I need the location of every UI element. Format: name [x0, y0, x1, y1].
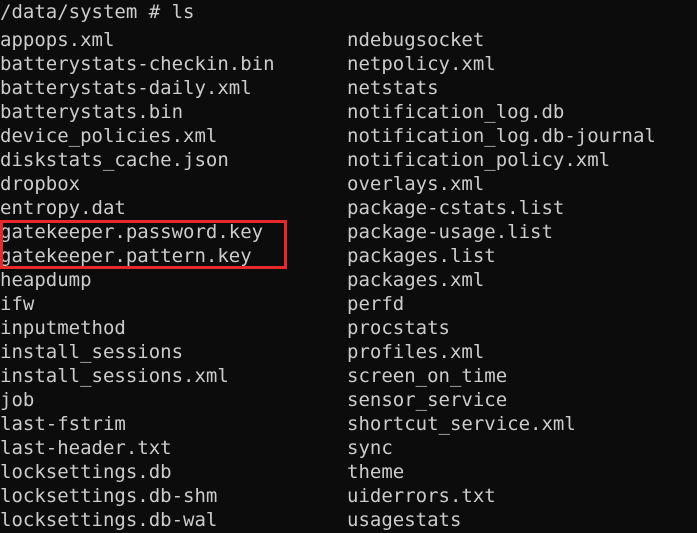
file-entry: locksettings.db-shm	[0, 485, 218, 507]
file-entry: packages.list	[347, 245, 496, 267]
file-entry: dropbox	[0, 173, 81, 195]
file-entry: batterystats-daily.xml	[0, 77, 252, 99]
file-entry: netstats	[347, 77, 439, 99]
file-entry: job	[0, 389, 35, 411]
file-entry: netpolicy.xml	[347, 53, 496, 75]
file-entry: packages.xml	[347, 269, 485, 291]
file-entry: usagestats	[347, 509, 462, 531]
file-entry: batterystats.bin	[0, 101, 184, 123]
command-prompt-line: /data/system # ls	[0, 1, 195, 23]
file-entry: last-fstrim	[0, 413, 126, 435]
terminal-window[interactable]: /data/system # ls appops.xml ndebugsocke…	[0, 0, 697, 533]
file-entry: shortcut_service.xml	[347, 413, 576, 435]
file-entry: package-usage.list	[347, 221, 553, 243]
file-entry: procstats	[347, 317, 450, 339]
file-entry: entropy.dat	[0, 197, 126, 219]
file-entry: ifw	[0, 293, 35, 315]
file-entry: last-header.txt	[0, 437, 172, 459]
file-entry: sync	[347, 437, 393, 459]
file-entry: uiderrors.txt	[347, 485, 496, 507]
file-entry: screen_on_time	[347, 365, 508, 387]
file-entry: notification_policy.xml	[347, 149, 611, 171]
file-entry: package-cstats.list	[347, 197, 565, 219]
file-entry: appops.xml	[0, 29, 115, 51]
file-entry: batterystats-checkin.bin	[0, 53, 275, 75]
file-entry: notification_log.db	[347, 101, 565, 123]
file-entry: install_sessions.xml	[0, 365, 229, 387]
file-entry: theme	[347, 461, 405, 483]
file-entry: perfd	[347, 293, 405, 315]
file-entry: locksettings.db	[0, 461, 172, 483]
file-entry: locksettings.db-wal	[0, 509, 218, 531]
file-entry: heapdump	[0, 269, 92, 291]
file-entry-gatekeeper-pattern-key: gatekeeper.pattern.key	[0, 245, 252, 267]
file-entry: install_sessions	[0, 341, 184, 363]
file-entry: device_policies.xml	[0, 125, 218, 147]
file-entry-gatekeeper-password-key: gatekeeper.password.key	[0, 221, 264, 243]
file-entry: sensor_service	[347, 389, 508, 411]
file-entry: diskstats_cache.json	[0, 149, 229, 171]
file-entry: notification_log.db-journal	[347, 125, 656, 147]
file-entry: ndebugsocket	[347, 29, 485, 51]
file-entry: overlays.xml	[347, 173, 485, 195]
file-entry: inputmethod	[0, 317, 126, 339]
file-entry: profiles.xml	[347, 341, 485, 363]
